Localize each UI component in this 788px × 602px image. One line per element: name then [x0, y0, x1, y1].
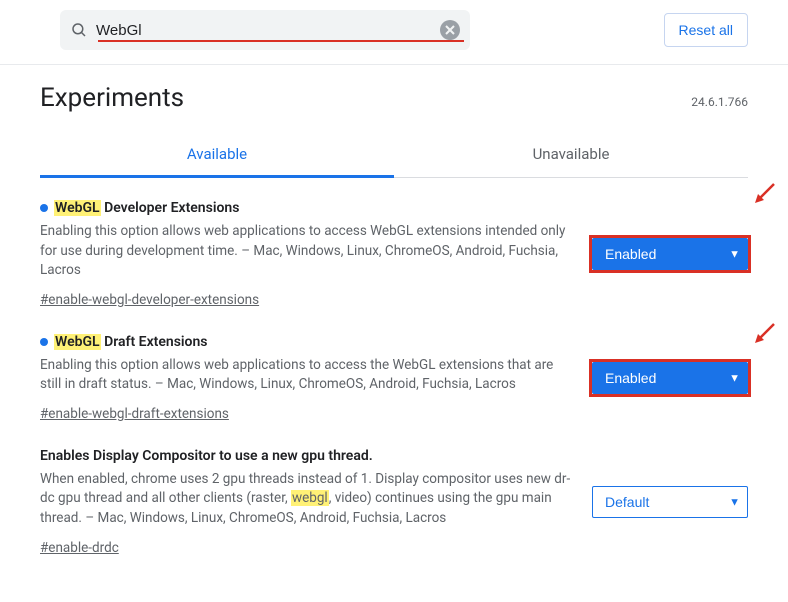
flag-description: Enabling this option allows web applicat… [40, 356, 574, 395]
flag-anchor-link[interactable]: #enable-webgl-developer-extensions [40, 292, 259, 308]
flag-title: Enables Display Compositor to use a new … [40, 448, 574, 464]
highlight: webgl [291, 490, 329, 506]
version-label: 24.6.1.766 [691, 95, 748, 109]
annotation-arrow-icon [752, 322, 776, 346]
highlight: WebGL [54, 334, 101, 350]
flag-select-wrap: Enabled ▼ [592, 362, 748, 394]
flag-title: WebGL Draft Extensions [40, 334, 574, 350]
highlight: WebGL [54, 200, 101, 216]
search-box[interactable] [60, 10, 470, 50]
flag-title: WebGL Developer Extensions [40, 200, 574, 216]
flag-state-select[interactable]: Enabled [592, 362, 748, 394]
flag-description: When enabled, chrome uses 2 gpu threads … [40, 470, 574, 529]
clear-search-button[interactable] [440, 20, 460, 40]
search-icon [70, 21, 88, 39]
flag-item: Enables Display Compositor to use a new … [40, 448, 748, 556]
reset-all-button[interactable]: Reset all [664, 13, 748, 47]
flag-select-wrap: Default ▼ [592, 486, 748, 518]
tabs: Available Unavailable [40, 135, 748, 178]
modified-dot-icon [40, 338, 48, 346]
modified-dot-icon [40, 204, 48, 212]
flag-state-select[interactable]: Default [592, 486, 748, 518]
annotation-arrow-icon [752, 182, 776, 206]
flag-select-wrap: Enabled ▼ [592, 238, 748, 270]
flag-state-select[interactable]: Enabled [592, 238, 748, 270]
search-input[interactable] [88, 22, 440, 39]
close-icon [445, 25, 455, 35]
tab-available[interactable]: Available [40, 135, 394, 178]
flag-item: WebGL Draft Extensions Enabling this opt… [40, 334, 748, 422]
tab-unavailable[interactable]: Unavailable [394, 135, 748, 177]
page-title: Experiments [40, 83, 184, 113]
flag-item: WebGL Developer Extensions Enabling this… [40, 200, 748, 308]
flag-anchor-link[interactable]: #enable-webgl-draft-extensions [40, 406, 229, 422]
flag-anchor-link[interactable]: #enable-drdc [40, 540, 119, 556]
flag-description: Enabling this option allows web applicat… [40, 222, 574, 281]
